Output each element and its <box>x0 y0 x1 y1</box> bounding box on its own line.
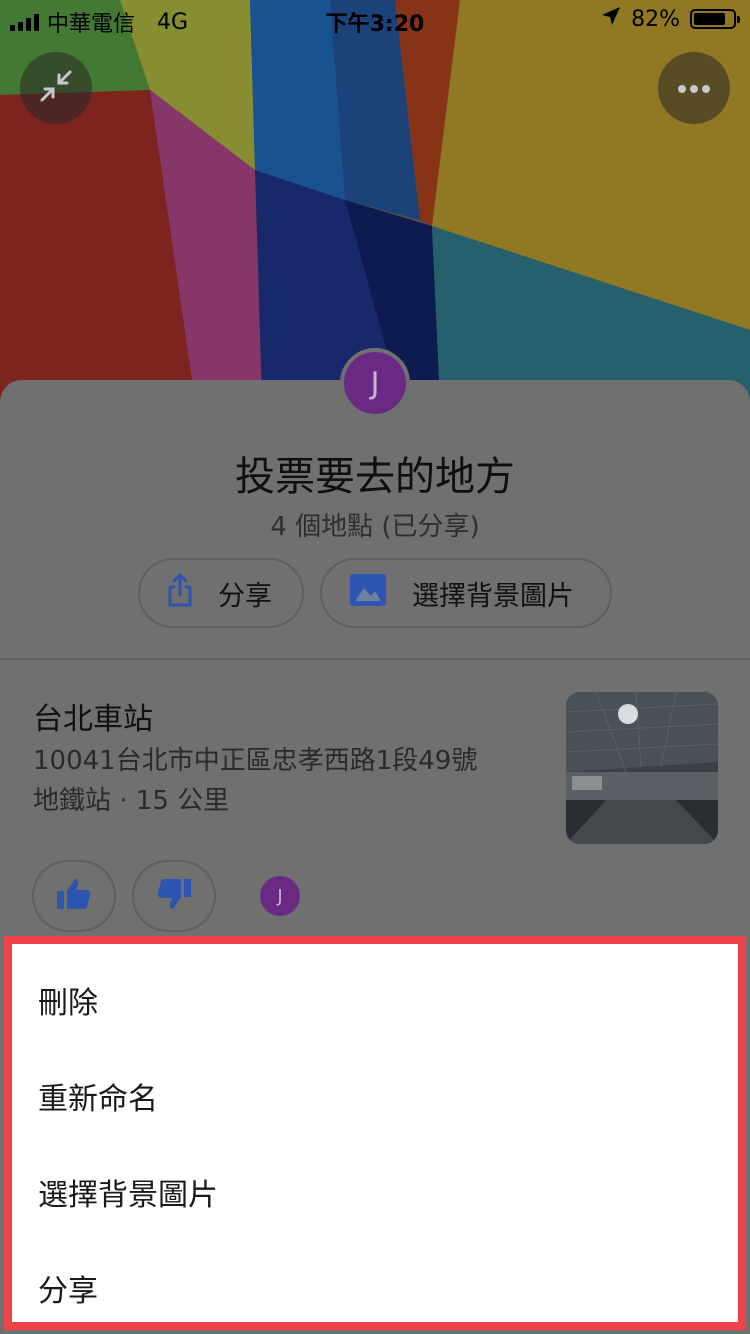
place-name[interactable]: 台北車站 <box>33 694 153 738</box>
share-icon <box>166 573 194 614</box>
choose-background-button[interactable]: 選擇背景圖片 <box>320 558 612 628</box>
thumbs-down-icon <box>156 877 192 915</box>
place-address: 10041台北市中正區忠孝西路1段49號 <box>33 746 478 776</box>
place-photo[interactable] <box>566 692 718 844</box>
place-meta: 地鐵站 · 15 公里 <box>33 786 230 816</box>
battery-percent: 82% <box>631 6 680 32</box>
upvote-button[interactable] <box>32 860 116 932</box>
voter-avatar: J <box>260 876 300 916</box>
more-options-button[interactable] <box>658 52 730 124</box>
share-button[interactable]: 分享 <box>138 558 304 628</box>
choose-background-label: 選擇背景圖片 <box>412 580 574 612</box>
battery-icon <box>690 9 740 29</box>
battery-fill <box>694 13 725 25</box>
owner-avatar[interactable]: J <box>340 348 410 418</box>
menu-item-share[interactable]: 分享 <box>38 1262 98 1322</box>
menu-item-rename[interactable]: 重新命名 <box>38 1070 158 1130</box>
collapse-arrows-icon <box>39 69 73 107</box>
list-subtitle: 4 個地點 (已分享) <box>270 512 480 542</box>
collapse-button[interactable] <box>20 52 92 124</box>
list-title: 投票要去的地方 <box>235 454 515 500</box>
menu-item-delete[interactable]: 刪除 <box>38 974 98 1034</box>
image-icon <box>350 573 386 613</box>
status-right: 82% <box>601 6 740 32</box>
action-menu: 刪除 重新命名 選擇背景圖片 分享 <box>4 936 746 1330</box>
status-bar: 中華電信 4G 下午3:20 82% <box>0 0 750 40</box>
more-horizontal-icon <box>677 79 711 98</box>
menu-item-choose-background[interactable]: 選擇背景圖片 <box>38 1166 218 1226</box>
location-arrow-icon <box>601 6 621 32</box>
divider <box>0 658 750 660</box>
thumbs-up-icon <box>56 877 92 915</box>
downvote-button[interactable] <box>132 860 216 932</box>
share-label: 分享 <box>218 580 272 612</box>
